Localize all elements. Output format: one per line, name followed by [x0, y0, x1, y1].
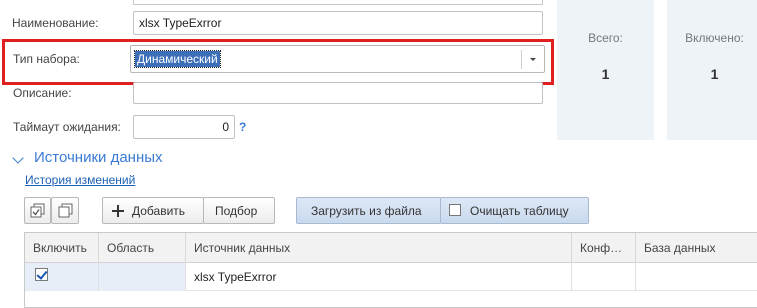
enabled-stat-panel: Включено: 1 [667, 0, 757, 140]
row-enabled-checkbox[interactable] [35, 268, 48, 281]
column-header-database[interactable]: База данных [636, 233, 757, 263]
table-row[interactable]: xlsx TypeExrror [25, 263, 757, 291]
cell-config[interactable] [572, 263, 636, 291]
select-button[interactable]: Подбор [203, 197, 275, 224]
clear-table-label: Очищать таблицу [470, 204, 569, 218]
timeout-label: Таймаут ожидания: [13, 120, 121, 134]
column-header-label: Источник данных [194, 241, 291, 255]
column-header-enable[interactable]: Включить [25, 233, 99, 263]
help-icon[interactable]: ? [239, 120, 246, 134]
check-all-icon [30, 203, 45, 218]
add-button[interactable]: Добавить [102, 197, 204, 224]
data-sources-section-title: Источники данных [34, 149, 163, 166]
column-header-config[interactable]: Конф… [572, 233, 636, 263]
description-input[interactable] [133, 82, 543, 104]
column-header-label: База данных [644, 241, 716, 255]
data-sources-table: Включить Область Источник данных Конф… Б… [24, 232, 757, 308]
column-header-label: Включить [33, 241, 87, 255]
plus-icon [112, 205, 124, 217]
add-button-label: Добавить [132, 204, 186, 218]
table-header: Включить Область Источник данных Конф… Б… [25, 233, 757, 263]
timeout-input[interactable]: 0 [133, 115, 235, 139]
column-header-label: Область [107, 241, 155, 255]
set-type-label: Тип набора: [13, 52, 80, 66]
select-button-label: Подбор [215, 204, 258, 218]
set-type-select[interactable]: Динамический [130, 45, 545, 73]
clear-table-checkbox[interactable] [449, 204, 461, 216]
total-stat-label: Всего: [588, 31, 623, 45]
load-from-file-button[interactable]: Загрузить из файла [296, 197, 441, 224]
set-type-selected-value: Динамический [134, 50, 221, 68]
cell-area[interactable] [99, 263, 186, 291]
chevron-down-icon [12, 152, 24, 164]
uncheck-all-button[interactable] [51, 197, 79, 224]
name-input[interactable]: xlsx TypeExrror [133, 11, 543, 35]
combo-divider [521, 50, 522, 69]
cell-enabled[interactable] [25, 263, 99, 291]
clear-table-toggle[interactable]: Очищать таблицу [440, 197, 589, 224]
load-from-file-label: Загрузить из файла [311, 204, 422, 218]
cell-database[interactable] [636, 263, 757, 291]
dropdown-arrow-icon[interactable] [530, 58, 536, 61]
name-input-value: xlsx TypeExrror [139, 16, 222, 30]
top-field-partial [0, 0, 543, 5]
cell-source-text: xlsx TypeExrror [194, 270, 277, 284]
name-label: Наименование: [12, 16, 99, 30]
column-header-area[interactable]: Область [99, 233, 186, 263]
total-stat-panel: Всего: 1 [557, 0, 654, 140]
enabled-stat-label: Включено: [685, 31, 744, 45]
column-header-label: Конф… [580, 241, 623, 255]
uncheck-all-icon [58, 203, 73, 218]
column-header-source[interactable]: Источник данных [186, 233, 572, 263]
cell-source[interactable]: xlsx TypeExrror [186, 263, 572, 291]
enabled-stat-value: 1 [710, 66, 719, 82]
total-stat-value: 1 [601, 66, 610, 82]
timeout-input-value: 0 [222, 120, 229, 134]
top-field-input[interactable] [133, 0, 543, 5]
description-label: Описание: [13, 86, 72, 100]
check-all-button[interactable] [24, 197, 51, 224]
change-history-link[interactable]: История изменений [25, 173, 135, 187]
